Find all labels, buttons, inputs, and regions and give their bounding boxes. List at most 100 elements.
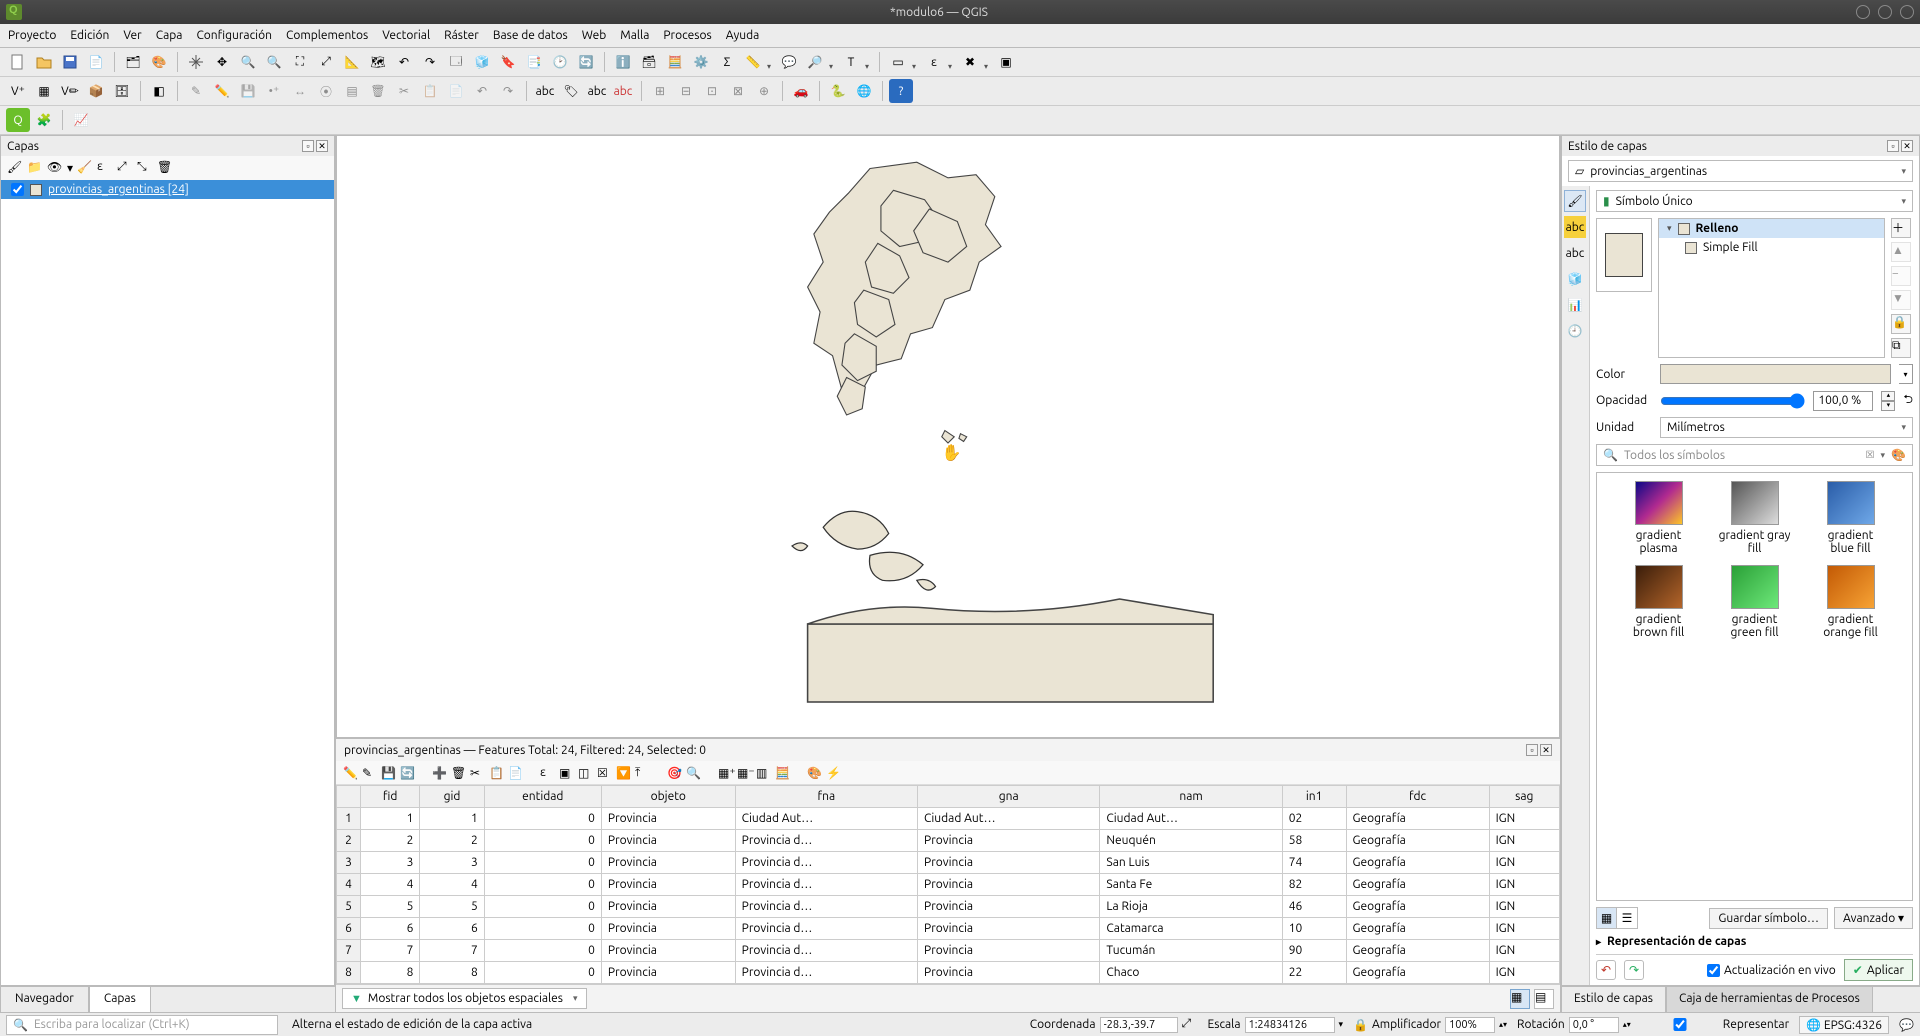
select-all-icon[interactable]: ▣ (558, 765, 574, 781)
zoom-next-icon[interactable]: ↷ (418, 50, 442, 74)
symbol-swatch[interactable]: gradient green fill (1719, 565, 1791, 639)
new-spatialite-icon[interactable]: 🗄 (110, 79, 134, 103)
window-close[interactable] (1900, 5, 1914, 19)
expand-icon[interactable]: ⤢ (117, 160, 133, 176)
new-geopackage-icon[interactable]: 📦 (84, 79, 108, 103)
redo-icon[interactable]: ↷ (496, 79, 520, 103)
pan-to-selection-icon[interactable]: ✥ (210, 50, 234, 74)
advanced-button[interactable]: Avanzado ▾ (1834, 907, 1913, 929)
zoom-layer-icon[interactable]: 🗺 (366, 50, 390, 74)
menu-configuracion[interactable]: Configuración (196, 29, 272, 42)
table-row[interactable]: 8880ProvinciaProvincia d…ProvinciaChaco2… (337, 962, 1560, 984)
table-row[interactable]: 5550ProvinciaProvincia d…ProvinciaLa Rio… (337, 896, 1560, 918)
select-by-value-icon[interactable]: ε (922, 50, 946, 74)
snap5-icon[interactable]: ⊕ (752, 79, 776, 103)
zoom-to-sel-icon[interactable]: 🔍 (685, 765, 701, 781)
plugins-icon[interactable]: 🌐 (852, 79, 876, 103)
add-feature-icon[interactable]: •⁺ (262, 79, 286, 103)
menu-ayuda[interactable]: Ayuda (726, 29, 760, 42)
col-nam[interactable]: nam (1100, 786, 1282, 808)
quickosm-icon[interactable]: Q (6, 108, 30, 132)
clear-search-icon[interactable]: ☒ (1866, 449, 1875, 461)
scale-input[interactable] (1245, 1017, 1335, 1033)
render-checkbox[interactable]: Representar (1641, 1018, 1789, 1031)
form-view-icon[interactable]: ▤ (1534, 989, 1554, 1009)
opacity-down-icon[interactable]: ▾ (1881, 401, 1895, 411)
tab-toolbox[interactable]: Caja de herramientas de Procesos (1666, 987, 1873, 1012)
new-field-icon[interactable]: ▦⁺ (717, 765, 733, 781)
col-objeto[interactable]: objeto (601, 786, 735, 808)
redo-style-icon[interactable]: ↷ (1624, 960, 1644, 980)
move-down-icon[interactable]: ▼ (1891, 290, 1911, 310)
gallery-view-toggle[interactable]: ▦ ☰ (1596, 907, 1638, 929)
col-gid[interactable]: gid (420, 786, 484, 808)
bookmarks-icon[interactable]: 📑 (522, 50, 546, 74)
pan-icon[interactable] (184, 50, 208, 74)
grid-view-icon[interactable]: ▦ (1597, 908, 1617, 928)
deselect-icon[interactable]: ✖ (958, 50, 982, 74)
locator-input[interactable]: 🔍 Escriba para localizar (Ctrl+K) (6, 1015, 278, 1035)
cut-icon[interactable]: ✂ (392, 79, 416, 103)
python-console-icon[interactable]: 🐍 (826, 79, 850, 103)
label-tool2-icon[interactable]: 🏷 (559, 79, 583, 103)
remove-symbol-layer-icon[interactable]: − (1891, 266, 1911, 286)
rotation-input[interactable] (1569, 1017, 1619, 1033)
toggle-edit-icon[interactable]: ✏️ (342, 765, 358, 781)
messages-icon[interactable]: 💬 (1899, 1018, 1914, 1032)
select-tool-icon[interactable]: 🔎 (803, 50, 827, 74)
extents-icon[interactable]: ⤢ (1182, 1017, 1198, 1033)
snap2-icon[interactable]: ⊟ (674, 79, 698, 103)
style-close-icon[interactable]: ✕ (1901, 140, 1913, 152)
label-tool3-icon[interactable]: abc (585, 79, 609, 103)
menu-web[interactable]: Web (582, 29, 607, 42)
measure-icon[interactable]: 📏 (741, 50, 765, 74)
panel-undock-icon[interactable]: ▫ (302, 140, 314, 152)
new-shapefile-icon[interactable]: V✏ (58, 79, 82, 103)
osm-icon[interactable]: 🚗 (789, 79, 813, 103)
modify-attrib-icon[interactable]: ▤ (340, 79, 364, 103)
duplicate-icon[interactable]: ⧉ (1891, 338, 1911, 358)
help-icon[interactable]: ? (889, 79, 913, 103)
col-in1[interactable]: in1 (1282, 786, 1346, 808)
delete-feature-icon[interactable]: 🗑 (450, 765, 466, 781)
menu-vectorial[interactable]: Vectorial (382, 29, 430, 42)
col-gna[interactable]: gna (918, 786, 1100, 808)
symbol-swatch[interactable]: gradient brown fill (1623, 565, 1695, 639)
snap3-icon[interactable]: ⊡ (700, 79, 724, 103)
layer-tree[interactable]: provincias_argentinas [24] (1, 180, 334, 985)
undo-icon[interactable]: ↶ (470, 79, 494, 103)
save-edits2-icon[interactable]: 💾 (380, 765, 396, 781)
move-feature-icon[interactable]: ↔ (288, 79, 312, 103)
new-bookmark-icon[interactable]: 🔖 (496, 50, 520, 74)
table-row[interactable]: 4440ProvinciaProvincia d…ProvinciaSanta … (337, 874, 1560, 896)
window-minimize[interactable] (1856, 5, 1870, 19)
tab-capas[interactable]: Capas (89, 987, 151, 1012)
invert-sel-icon[interactable]: ◫ (577, 765, 593, 781)
3d-tab-icon[interactable]: 🧊 (1564, 268, 1586, 290)
style-manager-icon[interactable]: 🎨 (147, 50, 171, 74)
zoom-out-icon[interactable]: 🔍 (262, 50, 286, 74)
actions-icon[interactable]: ⚡ (825, 765, 841, 781)
toggle-editing-icon[interactable]: ✏️ (210, 79, 234, 103)
opacity-value[interactable]: 100,0 % (1813, 391, 1873, 411)
label-tool1-icon[interactable]: abc (533, 79, 557, 103)
color-dropdown-icon[interactable]: ▾ (1899, 364, 1913, 384)
copy2-icon[interactable]: 📋 (488, 765, 504, 781)
masks-tab-icon[interactable]: abc (1564, 242, 1586, 264)
col-fna[interactable]: fna (735, 786, 917, 808)
field-calc-icon[interactable]: 🧮 (663, 50, 687, 74)
quickosm2-icon[interactable]: 🧩 (32, 108, 56, 132)
lock-icon[interactable]: 🔒 (1353, 1018, 1368, 1032)
reload-icon[interactable]: 🔄 (399, 765, 415, 781)
processing-toolbox-icon[interactable]: ⚙️ (689, 50, 713, 74)
table-row[interactable]: 6660ProvinciaProvincia d…ProvinciaCatama… (337, 918, 1560, 940)
current-edits-icon[interactable]: ✎ (184, 79, 208, 103)
save-edits-icon[interactable]: 💾 (236, 79, 260, 103)
open-attr-table-icon[interactable]: 🗃 (637, 50, 661, 74)
new-project-icon[interactable] (6, 50, 30, 74)
zoom-in-icon[interactable]: 🔍 (236, 50, 260, 74)
menu-complementos[interactable]: Complementos (286, 29, 368, 42)
renderer-selector[interactable]: ▮ Símbolo Único ▾ (1596, 190, 1913, 212)
table-row[interactable]: 3330ProvinciaProvincia d…ProvinciaSan Lu… (337, 852, 1560, 874)
diagrams-tab-icon[interactable]: 📊 (1564, 294, 1586, 316)
